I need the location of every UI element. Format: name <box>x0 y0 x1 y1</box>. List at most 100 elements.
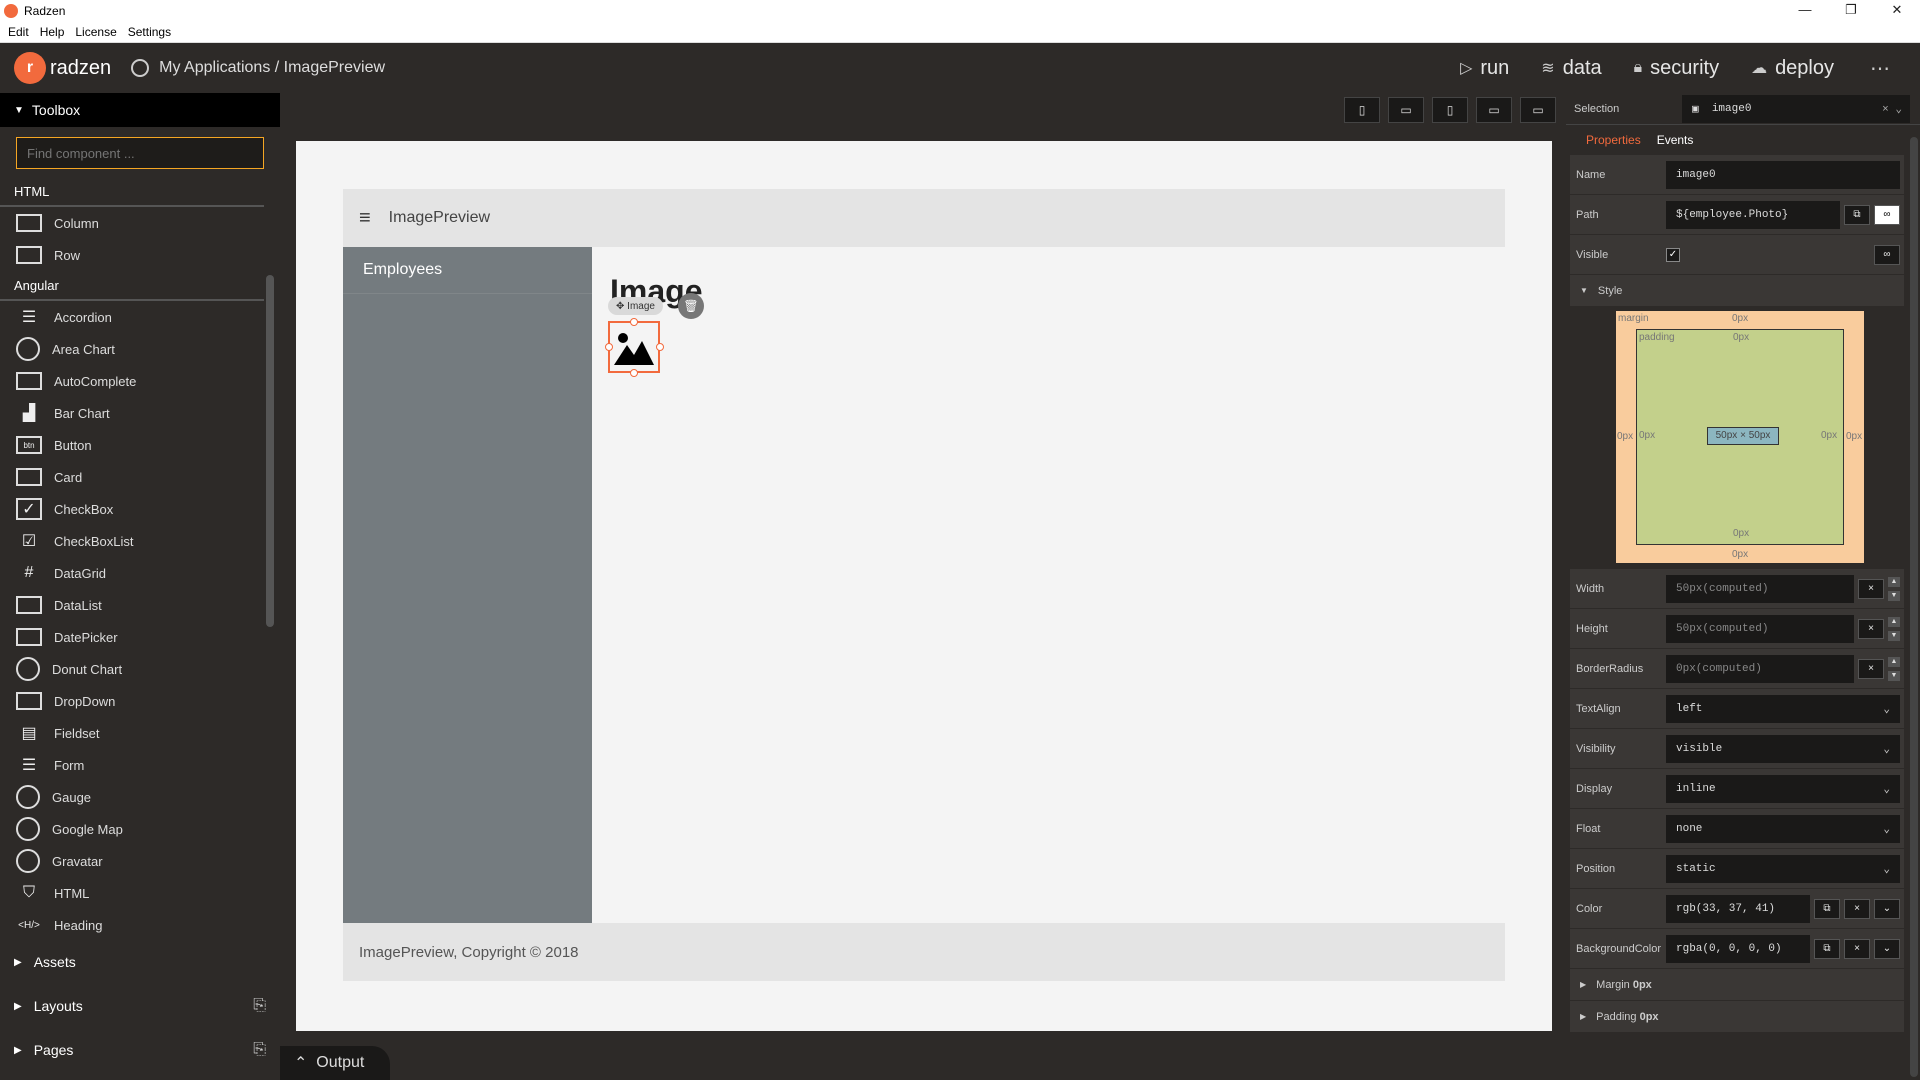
output-tab[interactable]: ⌃ Output <box>280 1046 390 1080</box>
trash-icon[interactable]: 🗑︎ <box>678 293 704 319</box>
assets-group[interactable]: ▶ Assets <box>0 940 280 984</box>
tab-properties[interactable]: Properties <box>1586 133 1641 147</box>
border-radius-input[interactable]: 0px(computed) <box>1666 654 1854 683</box>
edit-expression-icon[interactable]: ⧉ <box>1844 204 1870 225</box>
padding-bottom-value[interactable]: 0px <box>1733 528 1749 539</box>
toolbox-item-row[interactable]: Row <box>0 239 280 271</box>
border-radius-stepper[interactable]: ▲ ▼ <box>1888 656 1900 681</box>
clear-icon[interactable]: × <box>1858 578 1884 599</box>
visibility-dropdown[interactable]: visible ⌄ <box>1666 734 1900 763</box>
margin-right-value[interactable]: 0px <box>1846 431 1862 442</box>
edit-expression-icon[interactable]: ⧉ <box>1814 898 1840 919</box>
selected-image-component[interactable] <box>605 318 664 377</box>
padding-left-value[interactable]: 0px <box>1639 430 1655 441</box>
add-layout-icon[interactable]: ⎘ <box>253 997 266 1015</box>
desktop-icon[interactable]: ▭ <box>1520 97 1556 123</box>
add-page-icon[interactable]: ⎘ <box>253 1041 266 1059</box>
toolbox-header[interactable]: ▼ Toolbox <box>0 93 280 127</box>
deploy-button[interactable]: ☁ deploy <box>1751 57 1834 80</box>
textalign-dropdown[interactable]: left ⌄ <box>1666 694 1900 723</box>
run-button[interactable]: ▷ run <box>1460 57 1509 80</box>
layouts-group[interactable]: ▶ Layouts ⎘ <box>0 984 280 1028</box>
chevron-down-icon[interactable]: ⌄ <box>1874 938 1900 959</box>
phone-portrait-icon[interactable]: ▯ <box>1344 97 1380 123</box>
toolbox-item-donut-chart[interactable]: Donut Chart <box>0 653 280 685</box>
position-dropdown[interactable]: static ⌄ <box>1666 854 1900 883</box>
menu-help[interactable]: Help <box>40 25 65 39</box>
toolbox-item-gauge[interactable]: Gauge <box>0 781 280 813</box>
maximize-button[interactable]: ❐ <box>1828 0 1874 22</box>
toolbox-item-google-map[interactable]: Google Map <box>0 813 280 845</box>
margin-bottom-value[interactable]: 0px <box>1732 549 1748 560</box>
display-dropdown[interactable]: inline ⌄ <box>1666 774 1900 803</box>
toolbox-item-area-chart[interactable]: Area Chart <box>0 333 280 365</box>
name-input[interactable]: image0 <box>1666 160 1900 189</box>
selection-dropdown[interactable]: ▣ image0 × ⌄ <box>1682 94 1910 123</box>
edit-expression-icon[interactable]: ⧉ <box>1814 938 1840 959</box>
toolbox-item-gravatar[interactable]: Gravatar <box>0 845 280 877</box>
clear-icon[interactable]: × <box>1844 938 1870 959</box>
pages-group[interactable]: ▶ Pages ⎘ <box>0 1028 280 1072</box>
width-stepper[interactable]: ▲ ▼ <box>1888 576 1900 601</box>
margin-left-value[interactable]: 0px <box>1617 431 1633 442</box>
component-tag[interactable]: ✥ Image <box>608 297 663 315</box>
find-component-input[interactable] <box>16 137 264 169</box>
toolbox-item-accordion[interactable]: ☰ Accordion <box>0 301 280 333</box>
toolbox-item-dropdown[interactable]: DropDown <box>0 685 280 717</box>
tab-events[interactable]: Events <box>1657 133 1694 147</box>
phone-landscape-icon[interactable]: ▭ <box>1388 97 1424 123</box>
resize-handle[interactable] <box>656 343 664 351</box>
toolbox-item-datagrid[interactable]: # DataGrid <box>0 557 280 589</box>
menu-edit[interactable]: Edit <box>8 25 29 39</box>
margin-section[interactable]: ▶ Margin 0px <box>1570 969 1904 1001</box>
resize-handle[interactable] <box>605 343 613 351</box>
padding-right-value[interactable]: 0px <box>1821 430 1837 441</box>
toolbox-item-button[interactable]: btn Button <box>0 429 280 461</box>
float-dropdown[interactable]: none ⌄ <box>1666 814 1900 843</box>
resize-handle[interactable] <box>630 369 638 377</box>
breadcrumb[interactable]: My Applications / ImagePreview <box>131 59 385 77</box>
toolbox-scrollbar[interactable] <box>266 275 274 627</box>
toolbox-item-datalist[interactable]: DataList <box>0 589 280 621</box>
menu-settings[interactable]: Settings <box>128 25 171 39</box>
width-input[interactable]: 50px(computed) <box>1666 574 1854 603</box>
toolbox-item-autocomplete[interactable]: AutoComplete <box>0 365 280 397</box>
clear-icon[interactable]: × ⌄ <box>1882 102 1902 116</box>
clear-icon[interactable]: × <box>1858 658 1884 679</box>
height-input[interactable]: 50px(computed) <box>1666 614 1854 643</box>
clear-icon[interactable]: × <box>1858 618 1884 639</box>
tablet-landscape-icon[interactable]: ▭ <box>1476 97 1512 123</box>
tablet-portrait-icon[interactable]: ▯ <box>1432 97 1468 123</box>
properties-scrollbar[interactable] <box>1910 137 1918 1077</box>
height-stepper[interactable]: ▲ ▼ <box>1888 616 1900 641</box>
menu-license[interactable]: License <box>75 25 116 39</box>
clear-icon[interactable]: × <box>1844 898 1870 919</box>
close-button[interactable]: ✕ <box>1874 0 1920 22</box>
sidebar-item-employees[interactable]: Employees <box>343 247 592 294</box>
chevron-down-icon[interactable]: ⌄ <box>1874 898 1900 919</box>
path-input[interactable]: ${employee.Photo} <box>1666 200 1840 229</box>
padding-top-value[interactable]: 0px <box>1733 332 1749 343</box>
minimize-button[interactable]: — <box>1782 0 1828 22</box>
toolbox-item-datepicker[interactable]: DatePicker <box>0 621 280 653</box>
hamburger-icon[interactable]: ≡ <box>359 207 371 230</box>
data-button[interactable]: ≋ data <box>1541 57 1601 80</box>
toolbox-item-checkboxlist[interactable]: ☑ CheckBoxList <box>0 525 280 557</box>
toolbox-item-bar-chart[interactable]: ▟ Bar Chart <box>0 397 280 429</box>
visible-checkbox[interactable]: ✓ <box>1666 247 1680 262</box>
toolbox-item-html[interactable]: ⛉ HTML <box>0 877 280 909</box>
binding-icon[interactable]: ∞ <box>1874 204 1900 225</box>
padding-section[interactable]: ▶ Padding 0px <box>1570 1001 1904 1033</box>
toolbox-item-checkbox[interactable]: ✓ CheckBox <box>0 493 280 525</box>
more-menu-icon[interactable]: ⋯ <box>1870 56 1890 81</box>
binding-icon[interactable]: ∞ <box>1874 244 1900 265</box>
toolbox-item-heading[interactable]: <H/> Heading <box>0 909 280 941</box>
margin-top-value[interactable]: 0px <box>1732 313 1748 324</box>
toolbox-item-form[interactable]: ☰ Form <box>0 749 280 781</box>
toolbox-item-column[interactable]: Column <box>0 207 280 239</box>
resize-handle[interactable] <box>630 318 638 326</box>
color-input[interactable]: rgb(33, 37, 41) <box>1666 894 1810 923</box>
toolbox-item-card[interactable]: Card <box>0 461 280 493</box>
toolbox-item-fieldset[interactable]: ▤ Fieldset <box>0 717 280 749</box>
bgcolor-input[interactable]: rgba(0, 0, 0, 0) <box>1666 934 1810 963</box>
